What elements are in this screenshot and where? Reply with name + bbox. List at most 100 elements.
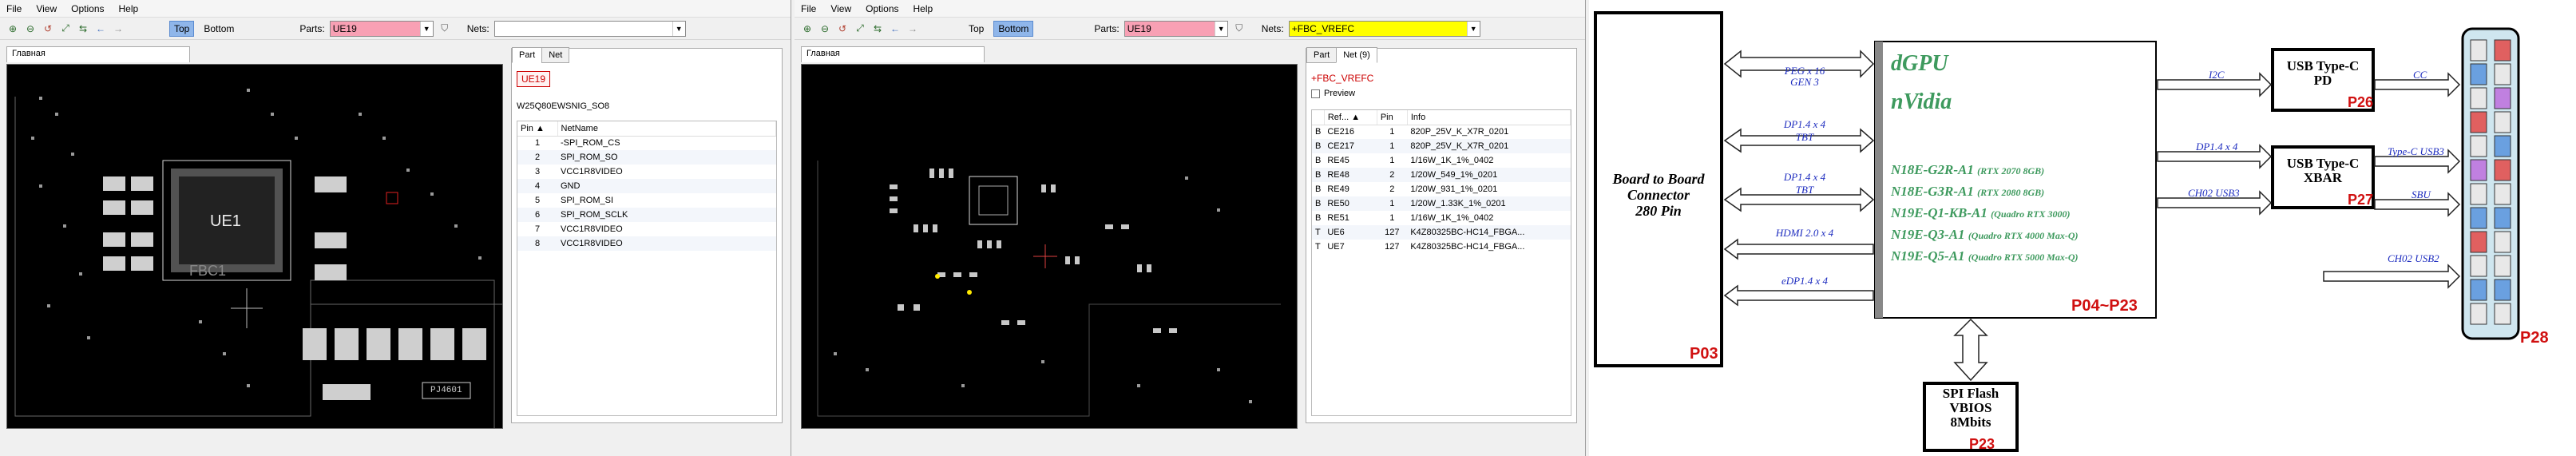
nets-combo[interactable]: +FBC_VREFC ▼: [1288, 20, 1480, 37]
zoom-out-icon[interactable]: ⊖: [24, 22, 37, 35]
netname-cell: SPI_ROM_SCLK: [557, 208, 776, 222]
menu-options[interactable]: Options: [71, 3, 104, 14]
chevron-down-icon[interactable]: ▼: [672, 21, 685, 36]
preview-row: Preview: [1311, 89, 1355, 98]
mirror-icon[interactable]: ⇆: [77, 22, 89, 35]
table-row[interactable]: B RE48 2 1/20W_549_1%_0201: [1312, 168, 1571, 182]
board-view[interactable]: [801, 64, 1298, 429]
filter-icon[interactable]: ⛉: [438, 22, 451, 35]
table-row[interactable]: B RE45 1 1/16W_1K_1%_0402: [1312, 153, 1571, 168]
link-cc: CC: [2413, 69, 2427, 81]
table-row[interactable]: 6 SPI_ROM_SCLK: [517, 208, 776, 222]
layer-top-toggle[interactable]: Top: [169, 20, 195, 37]
layer-bottom-toggle[interactable]: Bottom: [993, 20, 1034, 37]
mirror-icon[interactable]: ⇆: [871, 22, 884, 35]
pin-cell: 3: [534, 167, 541, 176]
zoom-in-icon[interactable]: ⊕: [6, 22, 19, 35]
tab-net[interactable]: Net: [541, 47, 570, 63]
pin-cell: 1: [1389, 127, 1395, 137]
table-row[interactable]: 1 -SPI_ROM_CS: [517, 136, 776, 150]
pin-cell: 2: [1377, 168, 1408, 182]
table-row[interactable]: T UE7 127 K4Z80325BC-HC14_FBGA...: [1312, 240, 1571, 254]
table-row[interactable]: B CE217 1 820P_25V_K_X7R_0201: [1312, 139, 1571, 153]
usb-pd-label: USB Type-C PD: [2286, 58, 2360, 88]
part-description: W25Q80EWSNIG_SO8: [517, 101, 610, 111]
forward-icon[interactable]: →: [112, 22, 125, 35]
board-view[interactable]: UE1 FBC1 PJ4601: [6, 64, 503, 429]
side-cell: B: [1312, 139, 1325, 153]
filter-icon[interactable]: ⛉: [1233, 22, 1246, 35]
back-icon[interactable]: ←: [889, 22, 902, 35]
menu-file[interactable]: File: [6, 3, 22, 14]
connector-pin: [2494, 159, 2511, 181]
table-row[interactable]: B RE51 1 1/16W_1K_1%_0402: [1312, 211, 1571, 225]
menu-view[interactable]: View: [36, 3, 57, 14]
col-pin[interactable]: Pin ▲: [517, 121, 558, 137]
zoom-out-icon[interactable]: ⊖: [818, 22, 831, 35]
tab-part[interactable]: Part: [512, 47, 543, 63]
ref-cell: UE7: [1327, 242, 1345, 252]
pin-cell: 127: [1377, 225, 1408, 240]
col-pin[interactable]: Pin: [1377, 110, 1408, 125]
connector-pin: [2470, 39, 2487, 61]
doc-tab-main[interactable]: Главная: [801, 46, 985, 62]
info-cell: 1/20W_931_1%_0201: [1410, 184, 1498, 194]
forward-icon[interactable]: →: [906, 22, 919, 35]
page-ref-p28: P28: [2520, 329, 2549, 347]
menu-file[interactable]: File: [801, 3, 816, 14]
netname-cell: GND: [557, 179, 776, 193]
boardviewer-window-right: File View Options Help ⊕ ⊖ ↺ ⤢ ⇆ ← → Top…: [795, 0, 1586, 456]
menu-view[interactable]: View: [830, 3, 851, 14]
preview-checkbox[interactable]: [1311, 89, 1320, 98]
col-side[interactable]: [1312, 110, 1325, 125]
chevron-down-icon[interactable]: ▼: [419, 21, 433, 36]
net-table: Ref... ▲ Pin Info B CE216 1 820P_25V_K_X7R_…: [1312, 110, 1571, 254]
table-row[interactable]: B RE50 1 1/20W_1.33K_1%_0201: [1312, 196, 1571, 211]
chevron-down-icon[interactable]: ▼: [1214, 21, 1227, 36]
col-netname[interactable]: NetName: [557, 121, 776, 137]
doc-tab-main[interactable]: Главная: [6, 46, 190, 62]
menu-help[interactable]: Help: [119, 3, 139, 14]
connector-pin: [2494, 39, 2511, 61]
parts-combo[interactable]: UE19 ▼: [1124, 20, 1228, 37]
rotate-icon[interactable]: ↺: [42, 22, 54, 35]
rotate-icon[interactable]: ↺: [836, 22, 849, 35]
col-ref[interactable]: Ref... ▲: [1324, 110, 1377, 125]
zoom-in-icon[interactable]: ⊕: [801, 22, 814, 35]
table-row[interactable]: 4 GND: [517, 179, 776, 193]
menu-help[interactable]: Help: [913, 3, 933, 14]
table-row[interactable]: B RE49 2 1/20W_931_1%_0201: [1312, 182, 1571, 196]
link-ch02-usb3: CH02 USB3: [2188, 187, 2240, 199]
netname-cell: VCC1R8VIDEO: [557, 236, 776, 251]
table-row[interactable]: T UE6 127 K4Z80325BC-HC14_FBGA...: [1312, 225, 1571, 240]
tab-part[interactable]: Part: [1306, 47, 1338, 63]
layer-top-toggle[interactable]: Top: [964, 21, 989, 37]
part-header: UE19: [517, 71, 551, 87]
back-icon[interactable]: ←: [94, 22, 107, 35]
side-cell: B: [1315, 156, 1322, 165]
fit-icon[interactable]: ⤢: [854, 22, 866, 35]
table-row[interactable]: 7 VCC1R8VIDEO: [517, 222, 776, 236]
table-row[interactable]: 5 SPI_ROM_SI: [517, 193, 776, 208]
part-name-badge: UE19: [517, 71, 551, 87]
menu-options[interactable]: Options: [866, 3, 898, 14]
table-row[interactable]: 2 SPI_ROM_SO: [517, 150, 776, 165]
tab-net[interactable]: Net (9): [1336, 47, 1377, 63]
info-cell: 820P_25V_K_X7R_0201: [1410, 127, 1509, 137]
info-cell: 1/20W_549_1%_0201: [1407, 168, 1571, 182]
nets-combo[interactable]: ▼: [493, 20, 686, 37]
table-row[interactable]: 3 VCC1R8VIDEO: [517, 165, 776, 179]
table-row[interactable]: 8 VCC1R8VIDEO: [517, 236, 776, 251]
chevron-down-icon[interactable]: ▼: [1466, 21, 1480, 36]
table-row[interactable]: B CE216 1 820P_25V_K_X7R_0201: [1312, 125, 1571, 139]
ref-cell: CE217: [1324, 139, 1377, 153]
parts-combo[interactable]: UE19 ▼: [329, 20, 434, 37]
dgpu-part-list: N18E-G2R-A1 (RTX 2070 8GB) N18E-G3R-A1 (R…: [1891, 160, 2078, 268]
layer-bottom-toggle[interactable]: Bottom: [199, 21, 239, 37]
parts-value: UE19: [332, 22, 357, 34]
nets-label: Nets:: [466, 22, 489, 34]
fit-icon[interactable]: ⤢: [59, 22, 72, 35]
connector-pin: [2470, 207, 2487, 229]
col-info[interactable]: Info: [1407, 110, 1571, 125]
toolbar: ⊕ ⊖ ↺ ⤢ ⇆ ← → Top Bottom Parts: UE19 ▼ ⛉…: [0, 18, 791, 40]
